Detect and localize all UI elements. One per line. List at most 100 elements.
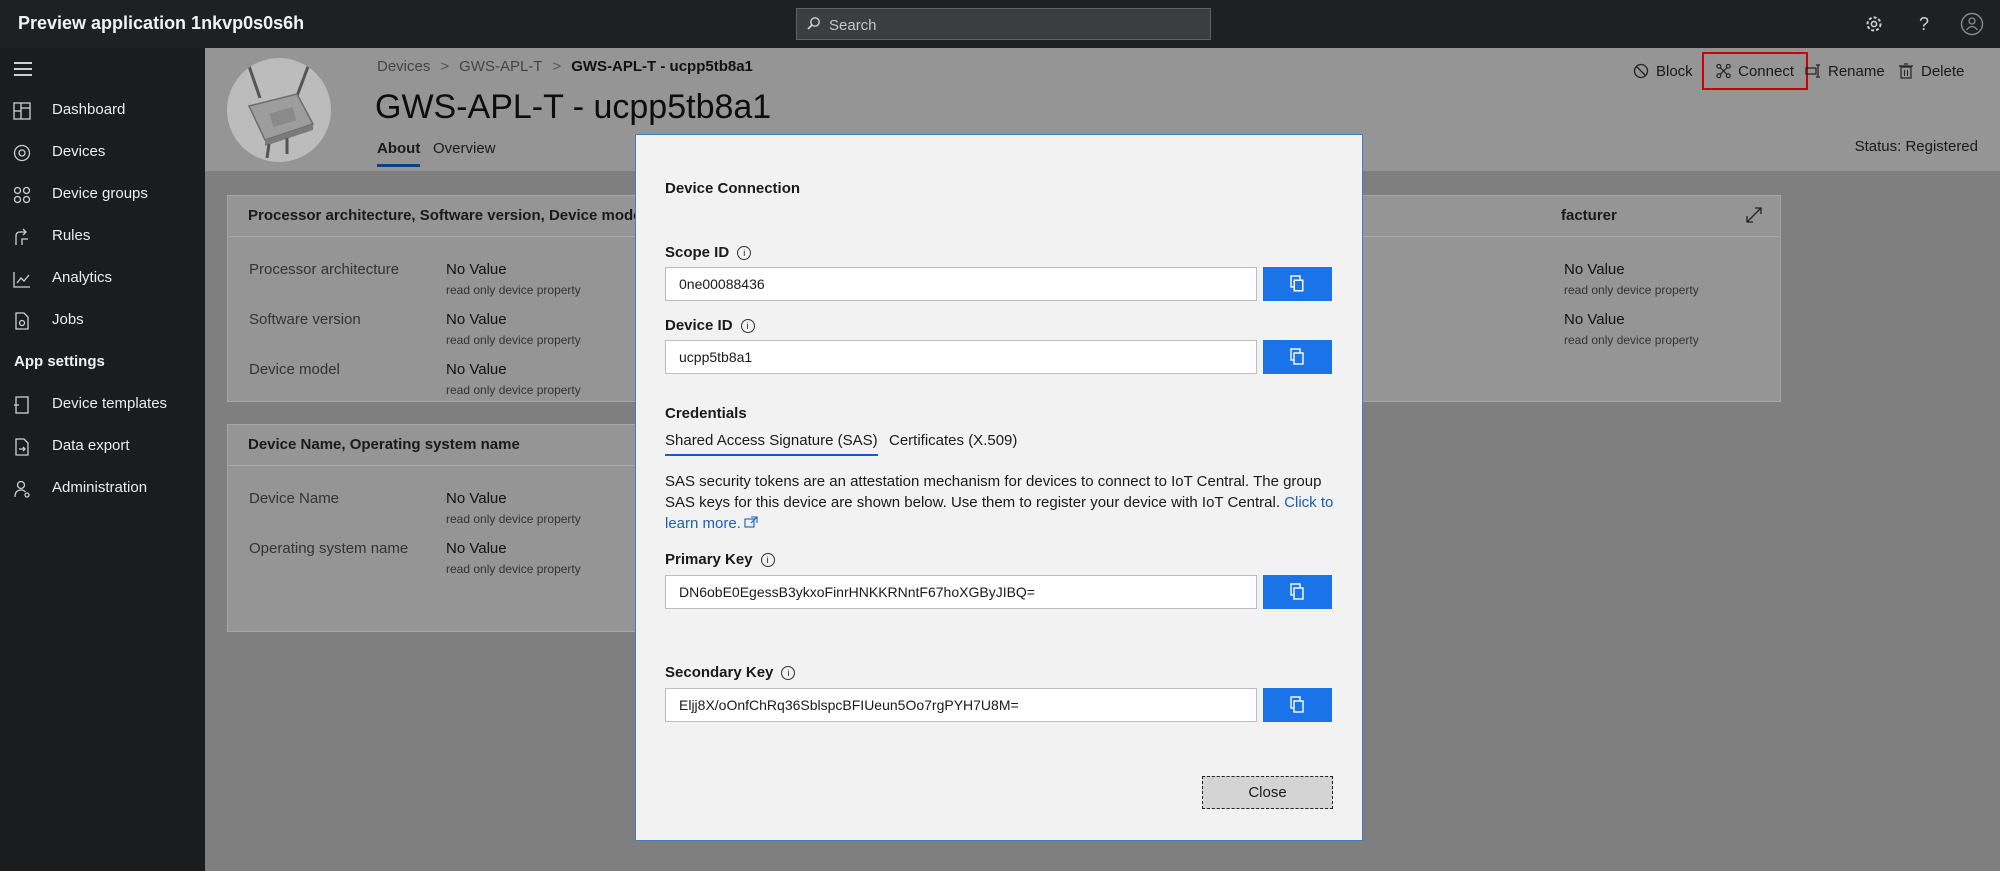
info-icon[interactable]: i	[760, 553, 775, 567]
sidebar: Dashboard Devices Device groups Rules An…	[0, 48, 205, 871]
info-icon[interactable]: i	[737, 246, 752, 260]
scope-id-label-text: Scope ID	[665, 244, 730, 261]
sidebar-item-label: Administration	[52, 479, 148, 496]
breadcrumb-current: GWS-APL-T - ucpp5tb8a1	[571, 58, 753, 75]
help-icon[interactable]: ?	[1912, 12, 1936, 36]
info-icon[interactable]: i	[781, 666, 796, 680]
copy-icon	[1290, 348, 1304, 365]
property-value: No Value	[446, 361, 507, 378]
rename-label: Rename	[1828, 62, 1885, 80]
info-icon[interactable]: i	[740, 319, 755, 333]
credentials-label: Credentials	[665, 405, 747, 422]
sidebar-item-data-export[interactable]: Data export	[0, 427, 205, 467]
sidebar-item-analytics[interactable]: Analytics	[0, 259, 205, 299]
copy-secondary-key-button[interactable]	[1263, 688, 1332, 722]
property-card: facturer No Value read only device prope…	[1305, 195, 1781, 402]
sidebar-item-label: Analytics	[52, 269, 113, 286]
primary-key-label-text: Primary Key	[665, 551, 753, 568]
scope-id-label: Scope ID i	[665, 244, 752, 261]
breadcrumb-template-link[interactable]: GWS-APL-T	[459, 58, 542, 75]
connect-icon	[1716, 63, 1731, 79]
copy-icon	[1290, 275, 1304, 292]
expand-icon[interactable]	[1746, 207, 1762, 223]
sidebar-item-devices[interactable]: Devices	[0, 133, 205, 173]
copy-scope-id-button[interactable]	[1263, 267, 1332, 301]
connect-label: Connect	[1738, 62, 1794, 80]
access-point-device-image	[247, 63, 315, 159]
rename-button[interactable]: Rename	[1805, 56, 1885, 86]
property-note: read only device property	[446, 283, 581, 297]
device-id-label-text: Device ID	[665, 317, 733, 334]
property-note: read only device property	[446, 333, 581, 347]
sidebar-item-label: Device templates	[52, 395, 168, 412]
sidebar-item-administration[interactable]: Administration	[0, 469, 205, 509]
tab-overview[interactable]: Overview	[433, 140, 496, 157]
property-note: read only device property	[446, 383, 581, 397]
primary-key-label: Primary Key i	[665, 551, 775, 568]
device-image	[227, 58, 331, 162]
account-avatar-icon[interactable]	[1960, 12, 1984, 36]
sidebar-item-rules[interactable]: Rules	[0, 217, 205, 257]
devices-icon	[13, 144, 31, 162]
property-value: No Value	[1564, 261, 1625, 278]
scope-id-field[interactable]: 0ne00088436	[665, 267, 1257, 301]
search-box[interactable]	[796, 8, 1211, 41]
secondary-key-label-text: Secondary Key	[665, 664, 774, 681]
sidebar-item-label: Devices	[52, 143, 106, 160]
sidebar-item-device-templates[interactable]: Device templates	[0, 385, 205, 425]
card-header: facturer	[1306, 196, 1780, 237]
device-connection-dialog: Device Connection Scope ID i 0ne00088436 …	[635, 134, 1363, 841]
property-note: read only device property	[1564, 333, 1699, 347]
property-value: No Value	[446, 261, 507, 278]
close-button[interactable]: Close	[1202, 776, 1333, 809]
dashboard-icon	[13, 102, 31, 120]
copy-device-id-button[interactable]	[1263, 340, 1332, 374]
chevron-right-icon: >	[552, 58, 562, 75]
chevron-right-icon: >	[440, 58, 450, 75]
device-templates-icon	[14, 396, 29, 414]
sidebar-item-dashboard[interactable]: Dashboard	[0, 91, 205, 131]
hamburger-menu-icon[interactable]	[14, 62, 32, 76]
sidebar-item-label: Dashboard	[52, 101, 126, 118]
top-bar: Preview application 1nkvp0s0s6h ?	[0, 0, 2000, 48]
block-button[interactable]: Block	[1633, 56, 1693, 86]
analytics-icon	[13, 272, 30, 288]
breadcrumb: Devices > GWS-APL-T > GWS-APL-T - ucpp5tb8a1	[377, 58, 753, 75]
block-icon	[1633, 63, 1649, 79]
property-note: read only device property	[446, 512, 581, 526]
sas-description-text: SAS security tokens are an attestation m…	[665, 473, 1322, 511]
card-title: facturer	[1561, 207, 1617, 224]
search-input[interactable]	[827, 9, 1201, 41]
copy-icon	[1290, 583, 1304, 600]
tab-sas[interactable]: Shared Access Signature (SAS)	[665, 432, 878, 456]
sidebar-item-device-groups[interactable]: Device groups	[0, 175, 205, 215]
settings-gear-icon[interactable]	[1862, 12, 1886, 36]
rename-icon	[1805, 64, 1820, 78]
copy-icon	[1290, 696, 1304, 713]
delete-button[interactable]: Delete	[1898, 56, 1964, 86]
delete-label: Delete	[1921, 62, 1965, 80]
property-label: Processor architecture	[249, 261, 400, 278]
property-value: No Value	[446, 490, 507, 507]
secondary-key-field[interactable]: Eljj8X/oOnfChRq36SblspcBFIUeun5Oo7rgPYH7…	[665, 688, 1257, 722]
sidebar-item-label: Jobs	[52, 311, 84, 328]
jobs-icon	[15, 312, 29, 330]
app-settings-heading: App settings	[14, 353, 105, 370]
card-title: Processor architecture, Software version…	[248, 207, 646, 224]
sidebar-item-label: Rules	[52, 227, 91, 244]
sas-description: SAS security tokens are an attestation m…	[665, 471, 1335, 534]
search-icon	[807, 17, 820, 30]
property-value: No Value	[1564, 311, 1625, 328]
tab-about[interactable]: About	[377, 140, 421, 167]
connect-button[interactable]: Connect	[1702, 52, 1808, 90]
property-label: Device Name	[249, 490, 340, 507]
device-id-field[interactable]: ucpp5tb8a1	[665, 340, 1257, 374]
property-note: read only device property	[446, 562, 581, 576]
page-title: GWS-APL-T - ucpp5tb8a1	[375, 88, 772, 126]
copy-primary-key-button[interactable]	[1263, 575, 1332, 609]
sidebar-item-label: Data export	[52, 437, 130, 454]
tab-x509[interactable]: Certificates (X.509)	[889, 432, 1017, 449]
breadcrumb-devices-link[interactable]: Devices	[377, 58, 430, 75]
sidebar-item-jobs[interactable]: Jobs	[0, 301, 205, 341]
primary-key-field[interactable]: DN6obE0EgessB3ykxoFinrHNKKRNntF67hoXGByJ…	[665, 575, 1257, 609]
